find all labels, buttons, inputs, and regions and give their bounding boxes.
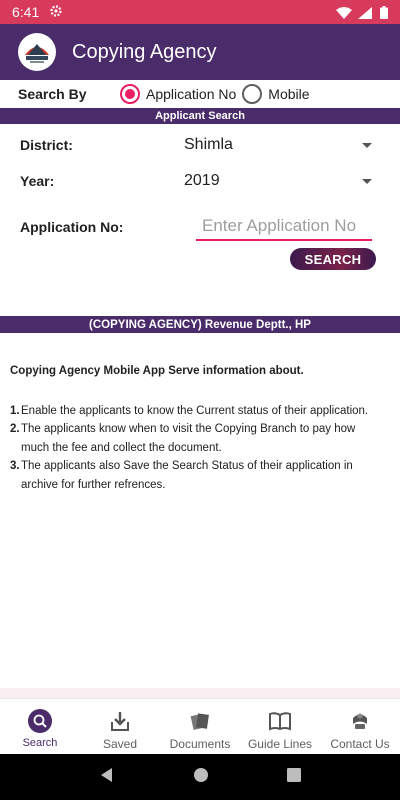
list-item-number: 3. bbox=[10, 460, 20, 472]
nav-documents[interactable]: Documents bbox=[160, 699, 240, 754]
list-item-number: 2. bbox=[10, 423, 20, 435]
application-no-input[interactable] bbox=[196, 213, 372, 241]
list-item-number: 1. bbox=[10, 404, 20, 417]
nav-search-label: Search bbox=[22, 737, 58, 749]
app-title: Copying Agency bbox=[72, 40, 217, 63]
status-time: 6:41 bbox=[12, 4, 40, 20]
app-bar: Copying Agency bbox=[0, 24, 400, 80]
info-list: 1. Enable the applicants to know the Cur… bbox=[10, 402, 370, 495]
year-label: Year: bbox=[20, 173, 55, 189]
recents-icon[interactable] bbox=[287, 767, 301, 787]
radio-mobile-label: Mobile bbox=[268, 86, 310, 102]
list-item: 1. Enable the applicants to know the Cur… bbox=[10, 402, 370, 421]
wifi-icon bbox=[336, 6, 352, 19]
radio-application-no[interactable]: Application No bbox=[120, 84, 236, 104]
radio-unselected-icon bbox=[242, 84, 263, 104]
nav-guide-lines[interactable]: Guide Lines bbox=[240, 699, 320, 754]
nav-search[interactable]: Search bbox=[0, 699, 80, 754]
search-button[interactable]: SEARCH bbox=[290, 248, 376, 270]
list-item-text: Enable the applicants to know the Curren… bbox=[21, 404, 369, 417]
nav-saved-label: Saved bbox=[102, 737, 138, 751]
info-section: Copying Agency Mobile App Serve informat… bbox=[10, 362, 370, 494]
dropdown-arrow-icon[interactable] bbox=[362, 178, 372, 184]
radio-mobile[interactable]: Mobile bbox=[242, 84, 310, 104]
dropdown-arrow-icon[interactable] bbox=[362, 142, 372, 148]
search-by-label: Search By bbox=[18, 86, 87, 102]
radio-application-no-label: Application No bbox=[146, 86, 237, 102]
search-icon bbox=[27, 708, 53, 734]
list-item-text: The applicants also Save the Search Stat… bbox=[21, 460, 353, 491]
list-item-text: The applicants know when to visit the Co… bbox=[21, 423, 356, 454]
bottom-nav: Search Saved Documents Guide Lines Conta… bbox=[0, 698, 400, 754]
system-nav-bar bbox=[0, 754, 400, 800]
district-select-value[interactable]: Shimla bbox=[184, 136, 362, 154]
back-icon[interactable] bbox=[99, 767, 115, 788]
list-item: 3. The applicants also Save the Search S… bbox=[10, 457, 370, 494]
nav-documents-label: Documents bbox=[169, 737, 231, 751]
search-by-row: Search By Application No Mobile bbox=[0, 80, 400, 108]
documents-icon bbox=[187, 708, 213, 734]
home-icon[interactable] bbox=[193, 767, 209, 788]
status-bar: 6:41 bbox=[0, 0, 400, 24]
year-row[interactable]: Year: 2019 bbox=[0, 170, 400, 192]
list-item: 2. The applicants know when to visit the… bbox=[10, 420, 370, 457]
app-logo bbox=[18, 33, 56, 71]
download-icon bbox=[107, 708, 133, 734]
gear-icon bbox=[49, 4, 63, 21]
book-icon bbox=[267, 708, 293, 734]
district-row[interactable]: District: Shimla bbox=[0, 134, 400, 156]
battery-icon bbox=[380, 6, 388, 19]
year-select-value[interactable]: 2019 bbox=[184, 172, 362, 190]
section-header: Applicant Search bbox=[0, 108, 400, 124]
info-intro: Copying Agency Mobile App Serve informat… bbox=[10, 365, 304, 377]
application-no-label: Application No: bbox=[20, 219, 124, 235]
nav-saved[interactable]: Saved bbox=[80, 699, 160, 754]
district-label: District: bbox=[20, 137, 73, 153]
signal-icon bbox=[358, 6, 374, 19]
divider bbox=[0, 688, 400, 698]
nav-guide-lines-label: Guide Lines bbox=[247, 737, 313, 751]
contact-icon bbox=[347, 708, 373, 734]
nav-contact-us-label: Contact Us bbox=[330, 737, 390, 751]
footer-band: (COPYING AGENCY) Revenue Deptt., HP bbox=[0, 316, 400, 333]
radio-selected-icon bbox=[120, 84, 140, 104]
nav-contact-us[interactable]: Contact Us bbox=[320, 699, 400, 754]
